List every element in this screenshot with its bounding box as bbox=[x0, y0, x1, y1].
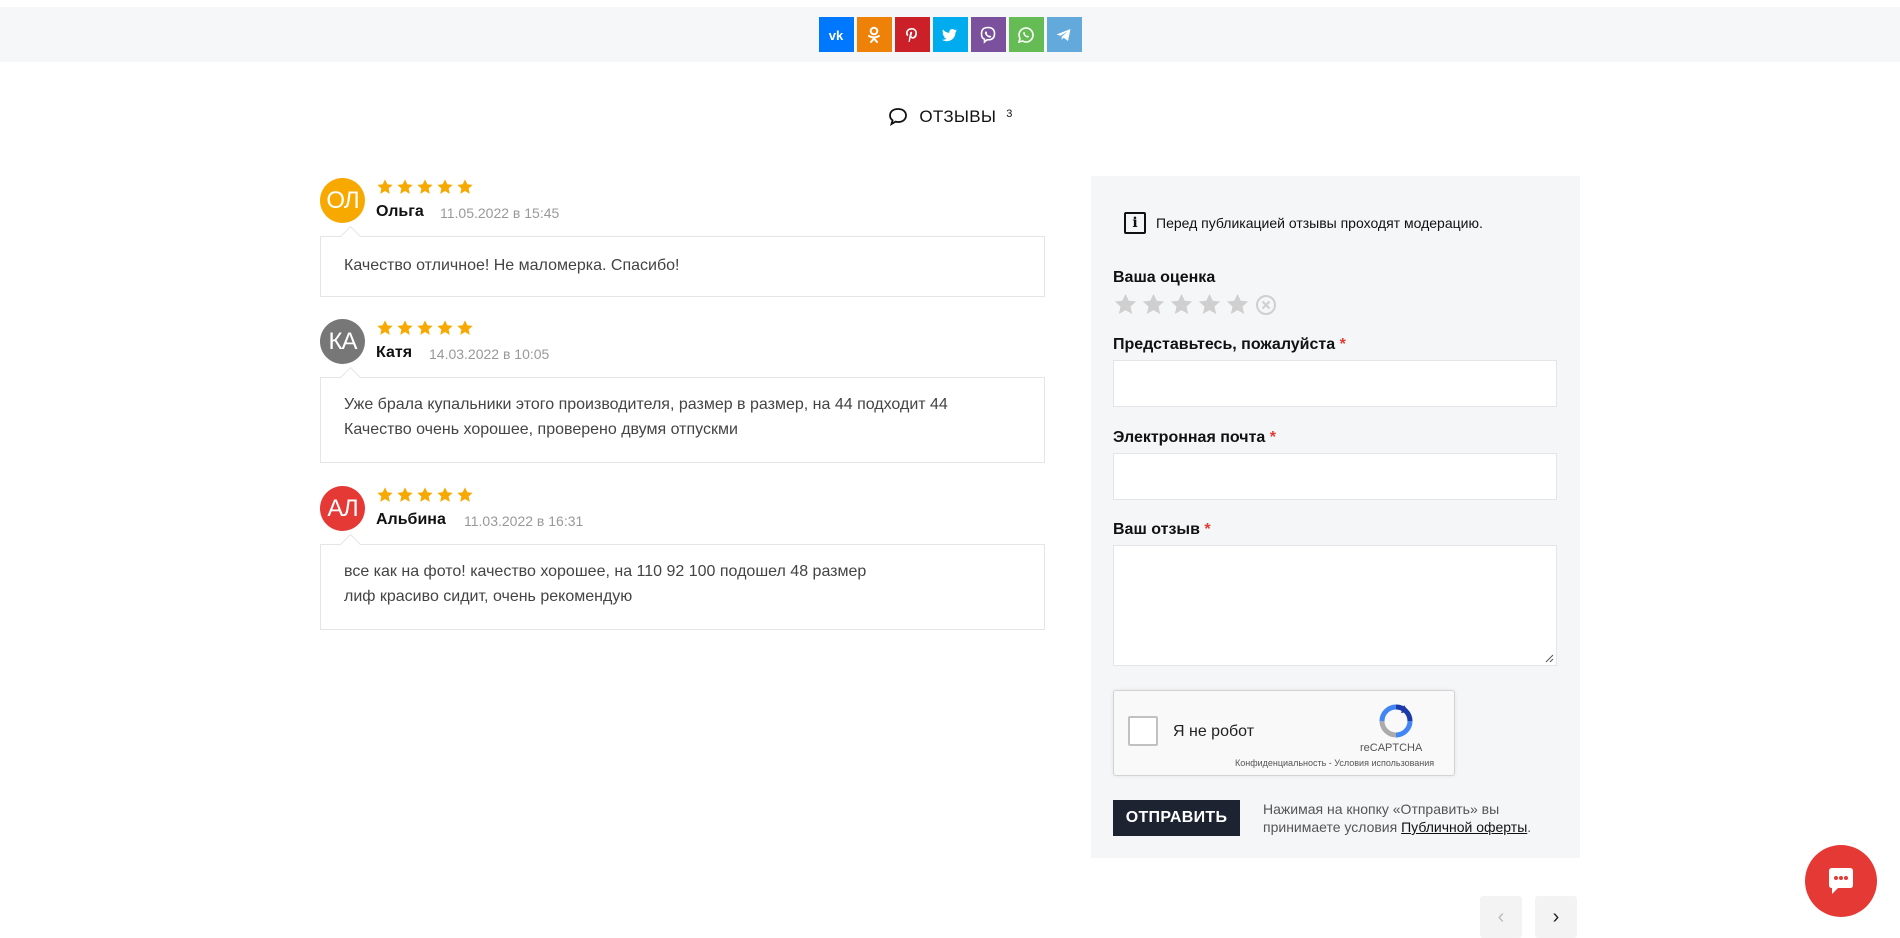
twitter-icon bbox=[942, 28, 957, 41]
star-rating-4[interactable] bbox=[1197, 292, 1222, 317]
prev-page-button[interactable]: ‹ bbox=[1480, 896, 1522, 938]
review-text: Качество отличное! Не маломерка. Спасибо… bbox=[320, 236, 1045, 297]
star-icon bbox=[437, 487, 453, 502]
recaptcha-widget: Я не робот reCAPTCHA Конфиденциальность … bbox=[1113, 690, 1455, 776]
moderation-notice-text: Перед публикацией отзывы проходят модера… bbox=[1156, 215, 1483, 231]
star-icon bbox=[457, 320, 473, 335]
review-date: 11.03.2022 в 16:31 bbox=[464, 513, 584, 529]
review-form: i Перед публикацией отзывы проходят моде… bbox=[1091, 176, 1580, 858]
star-icon bbox=[397, 487, 413, 502]
review-item: АЛ Альбина 11.03.2022 в 16:31 все как на… bbox=[320, 486, 1045, 630]
review-text-line: Качество отличное! Не маломерка. Спасибо… bbox=[344, 257, 680, 274]
email-field[interactable] bbox=[1113, 453, 1557, 500]
name-input[interactable] bbox=[1113, 360, 1557, 407]
whatsapp-icon bbox=[1017, 26, 1034, 43]
review-text: все как на фото! качество хорошее, на 11… bbox=[320, 544, 1045, 630]
review-text-line: все как на фото! качество хорошее, на 11… bbox=[344, 563, 867, 580]
rating-label: Ваша оценка bbox=[1113, 269, 1216, 286]
review-label: Ваш отзыв * bbox=[1113, 521, 1211, 538]
review-item: КА Катя 14.03.2022 в 10:05 Уже брала куп… bbox=[320, 319, 1045, 463]
chat-icon bbox=[1829, 868, 1853, 894]
recaptcha-links[interactable]: Конфиденциальность - Условия использован… bbox=[1235, 758, 1434, 768]
odnoklassniki-icon bbox=[868, 26, 880, 43]
star-icon bbox=[457, 179, 473, 194]
info-icon: i bbox=[1124, 212, 1146, 234]
star-rating-1[interactable] bbox=[1113, 292, 1138, 317]
rating-input[interactable] bbox=[1113, 292, 1277, 317]
required-mark: * bbox=[1204, 521, 1211, 538]
share-bar: vk bbox=[0, 7, 1900, 62]
reviewer-name: Ольга bbox=[376, 203, 424, 220]
required-mark: * bbox=[1269, 429, 1276, 446]
resize-handle-icon[interactable] bbox=[1544, 653, 1554, 663]
review-text-line: Уже брала купальники этого производителя… bbox=[344, 396, 948, 413]
chevron-right-icon: › bbox=[1552, 905, 1560, 928]
reviewer-name: Катя bbox=[376, 344, 413, 361]
star-icon bbox=[437, 320, 453, 335]
viber-icon bbox=[980, 26, 996, 44]
recaptcha-label: Я не робот bbox=[1173, 723, 1255, 740]
review-textarea[interactable] bbox=[1113, 545, 1557, 666]
svg-text:vk: vk bbox=[829, 28, 844, 43]
star-icon bbox=[417, 179, 433, 194]
chat-button[interactable] bbox=[1805, 845, 1877, 917]
star-rating-3[interactable] bbox=[1169, 292, 1194, 317]
star-icon bbox=[377, 179, 393, 194]
share-pinterest-button[interactable] bbox=[894, 17, 930, 52]
clear-rating-icon[interactable] bbox=[1255, 294, 1277, 316]
reviews-title: ОТЗЫВЫ bbox=[919, 107, 997, 126]
share-twitter-button[interactable] bbox=[932, 17, 968, 52]
share-telegram-button[interactable] bbox=[1046, 17, 1082, 52]
recaptcha-brand: reCAPTCHA bbox=[1360, 742, 1423, 754]
reviewer-name: Альбина bbox=[376, 511, 446, 528]
next-page-button[interactable]: › bbox=[1535, 896, 1577, 938]
recaptcha-checkbox[interactable] bbox=[1128, 716, 1158, 746]
email-label: Электронная почта * bbox=[1113, 429, 1276, 446]
share-vk-button[interactable]: vk bbox=[818, 17, 854, 52]
reviews-heading: ОТЗЫВЫ 3 bbox=[0, 106, 1900, 128]
star-icon bbox=[397, 320, 413, 335]
review-text-line: Качество очень хорошее, проверено двумя … bbox=[344, 421, 738, 438]
star-rating-2[interactable] bbox=[1141, 292, 1166, 317]
public-offer-link[interactable]: Публичной оферты bbox=[1401, 819, 1527, 835]
avatar: ОЛ bbox=[320, 178, 365, 223]
star-icon bbox=[437, 179, 453, 194]
review-text: Уже брала купальники этого производителя… bbox=[320, 377, 1045, 463]
required-mark: * bbox=[1339, 336, 1346, 353]
review-item: ОЛ Ольга 11.05.2022 в 15:45 Качество отл… bbox=[320, 178, 1045, 297]
star-icon bbox=[417, 487, 433, 502]
avatar: АЛ bbox=[320, 486, 365, 531]
terms-text: Нажимая на кнопку «Отправить» вы принима… bbox=[1263, 801, 1532, 835]
share-viber-button[interactable] bbox=[970, 17, 1006, 52]
review-date: 11.05.2022 в 15:45 bbox=[440, 205, 560, 221]
share-whatsapp-button[interactable] bbox=[1008, 17, 1044, 52]
star-icon bbox=[457, 487, 473, 502]
review-date: 14.03.2022 в 10:05 bbox=[429, 346, 550, 362]
star-icon bbox=[397, 179, 413, 194]
recaptcha-logo-icon bbox=[1379, 704, 1413, 738]
comment-icon bbox=[889, 108, 908, 126]
name-label: Представьтесь, пожалуйста * bbox=[1113, 336, 1346, 353]
telegram-icon bbox=[1056, 28, 1071, 41]
vk-icon: vk bbox=[829, 28, 844, 43]
chevron-left-icon: ‹ bbox=[1497, 905, 1505, 928]
review-rating bbox=[376, 486, 474, 504]
avatar: КА bbox=[320, 319, 365, 364]
review-text-line: лиф красиво сидит, очень рекомендую bbox=[344, 588, 633, 605]
star-icon bbox=[377, 487, 393, 502]
star-icon bbox=[377, 320, 393, 335]
share-odnoklassniki-button[interactable] bbox=[856, 17, 892, 52]
star-icon bbox=[417, 320, 433, 335]
review-rating bbox=[376, 178, 474, 196]
reviews-count: 3 bbox=[1006, 108, 1013, 120]
moderation-notice: i Перед публикацией отзывы проходят моде… bbox=[1124, 212, 1483, 234]
pinterest-icon bbox=[906, 27, 917, 42]
star-rating-5[interactable] bbox=[1225, 292, 1250, 317]
submit-button[interactable]: ОТПРАВИТЬ bbox=[1113, 800, 1240, 836]
review-rating bbox=[376, 319, 474, 337]
